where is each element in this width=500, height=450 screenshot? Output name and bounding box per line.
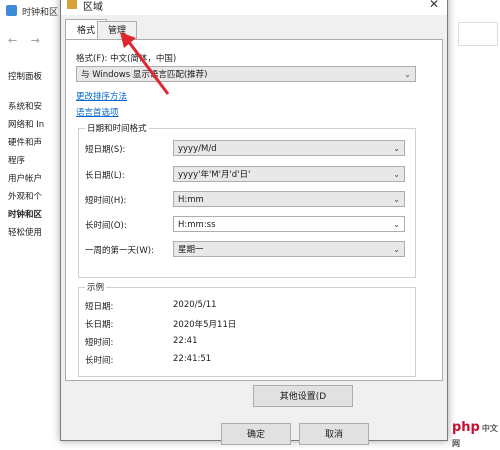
sidebar-item[interactable]: 硬件和声 (8, 134, 60, 152)
short-time-label: 短时间(H): (85, 196, 127, 206)
example-long-date-label: 长日期: (85, 320, 114, 330)
long-time-label: 长时间(O): (85, 221, 127, 231)
example-short-time-label: 短时间: (85, 338, 114, 348)
clock-region-icon (6, 5, 17, 16)
long-date-dropdown[interactable]: yyyy'年'M'月'd'日' ⌄ (173, 166, 405, 182)
sidebar-item[interactable]: 程序 (8, 152, 60, 170)
watermark-logo: php 中文网 (452, 420, 498, 448)
sidebar-item-selected[interactable]: 时钟和区 (8, 206, 60, 224)
example-short-date-label: 短日期: (85, 302, 114, 312)
datetime-group-title: 日期和时间格式 (85, 122, 149, 134)
long-date-label: 长日期(L): (85, 171, 125, 181)
sidebar-item[interactable]: 控制面板 (8, 68, 60, 86)
dialog-titlebar: 区域 ✕ (61, 0, 447, 15)
sidebar-item[interactable]: 用户帐户 (8, 170, 60, 188)
other-settings-button[interactable]: 其他设置(D (253, 385, 353, 407)
back-arrow-icon[interactable]: ← (8, 34, 17, 47)
chevron-down-icon: ⌄ (404, 70, 411, 79)
example-group-title: 示例 (85, 281, 107, 293)
close-icon[interactable]: ✕ (429, 0, 439, 11)
sidebar-item[interactable]: 网络和 In (8, 116, 60, 134)
forward-arrow-icon[interactable]: → (31, 34, 40, 47)
sidebar-item[interactable]: 系统和安 (8, 98, 60, 116)
short-time-dropdown[interactable]: H:mm ⌄ (173, 191, 405, 207)
example-group: 示例 短日期: 2020/5/11 长日期: 2020年5月11日 短时间: 2… (78, 281, 416, 377)
sidebar-item[interactable]: 外观和个 (8, 188, 60, 206)
ok-button[interactable]: 确定 (221, 423, 291, 445)
example-short-date-value: 2020/5/11 (173, 300, 217, 310)
language-preferences-link[interactable]: 语言首选项 (76, 106, 119, 118)
long-time-dropdown[interactable]: H:mm:ss ⌄ (173, 216, 405, 232)
nav-buttons: ← → (8, 34, 50, 47)
datetime-format-group: 日期和时间格式 短日期(S): yyyy/M/d ⌄ 长日期(L): yyyy'年… (78, 122, 416, 278)
short-date-dropdown[interactable]: yyyy/M/d ⌄ (173, 140, 405, 156)
sidebar-item[interactable]: 轻松使用 (8, 224, 60, 242)
annotation-arrow-icon (120, 32, 170, 95)
example-short-time-value: 22:41 (173, 336, 198, 346)
example-long-time-value: 22:41:51 (173, 354, 212, 364)
region-icon (67, 0, 77, 9)
control-panel-title: 时钟和区 (22, 8, 59, 18)
dialog-title: 区域 (83, 2, 103, 13)
bg-window-edge (458, 22, 498, 46)
short-date-label: 短日期(S): (85, 145, 126, 155)
first-day-label: 一周的第一天(W): (85, 246, 154, 256)
cancel-button[interactable]: 取消 (299, 423, 369, 445)
control-panel-sidebar: 控制面板 系统和安 网络和 In 硬件和声 程序 用户帐户 外观和个 时钟和区 … (8, 68, 60, 242)
example-long-time-label: 长时间: (85, 356, 114, 366)
first-day-dropdown[interactable]: 星期一 ⌄ (173, 241, 405, 257)
example-long-date-value: 2020年5月11日 (173, 320, 237, 330)
